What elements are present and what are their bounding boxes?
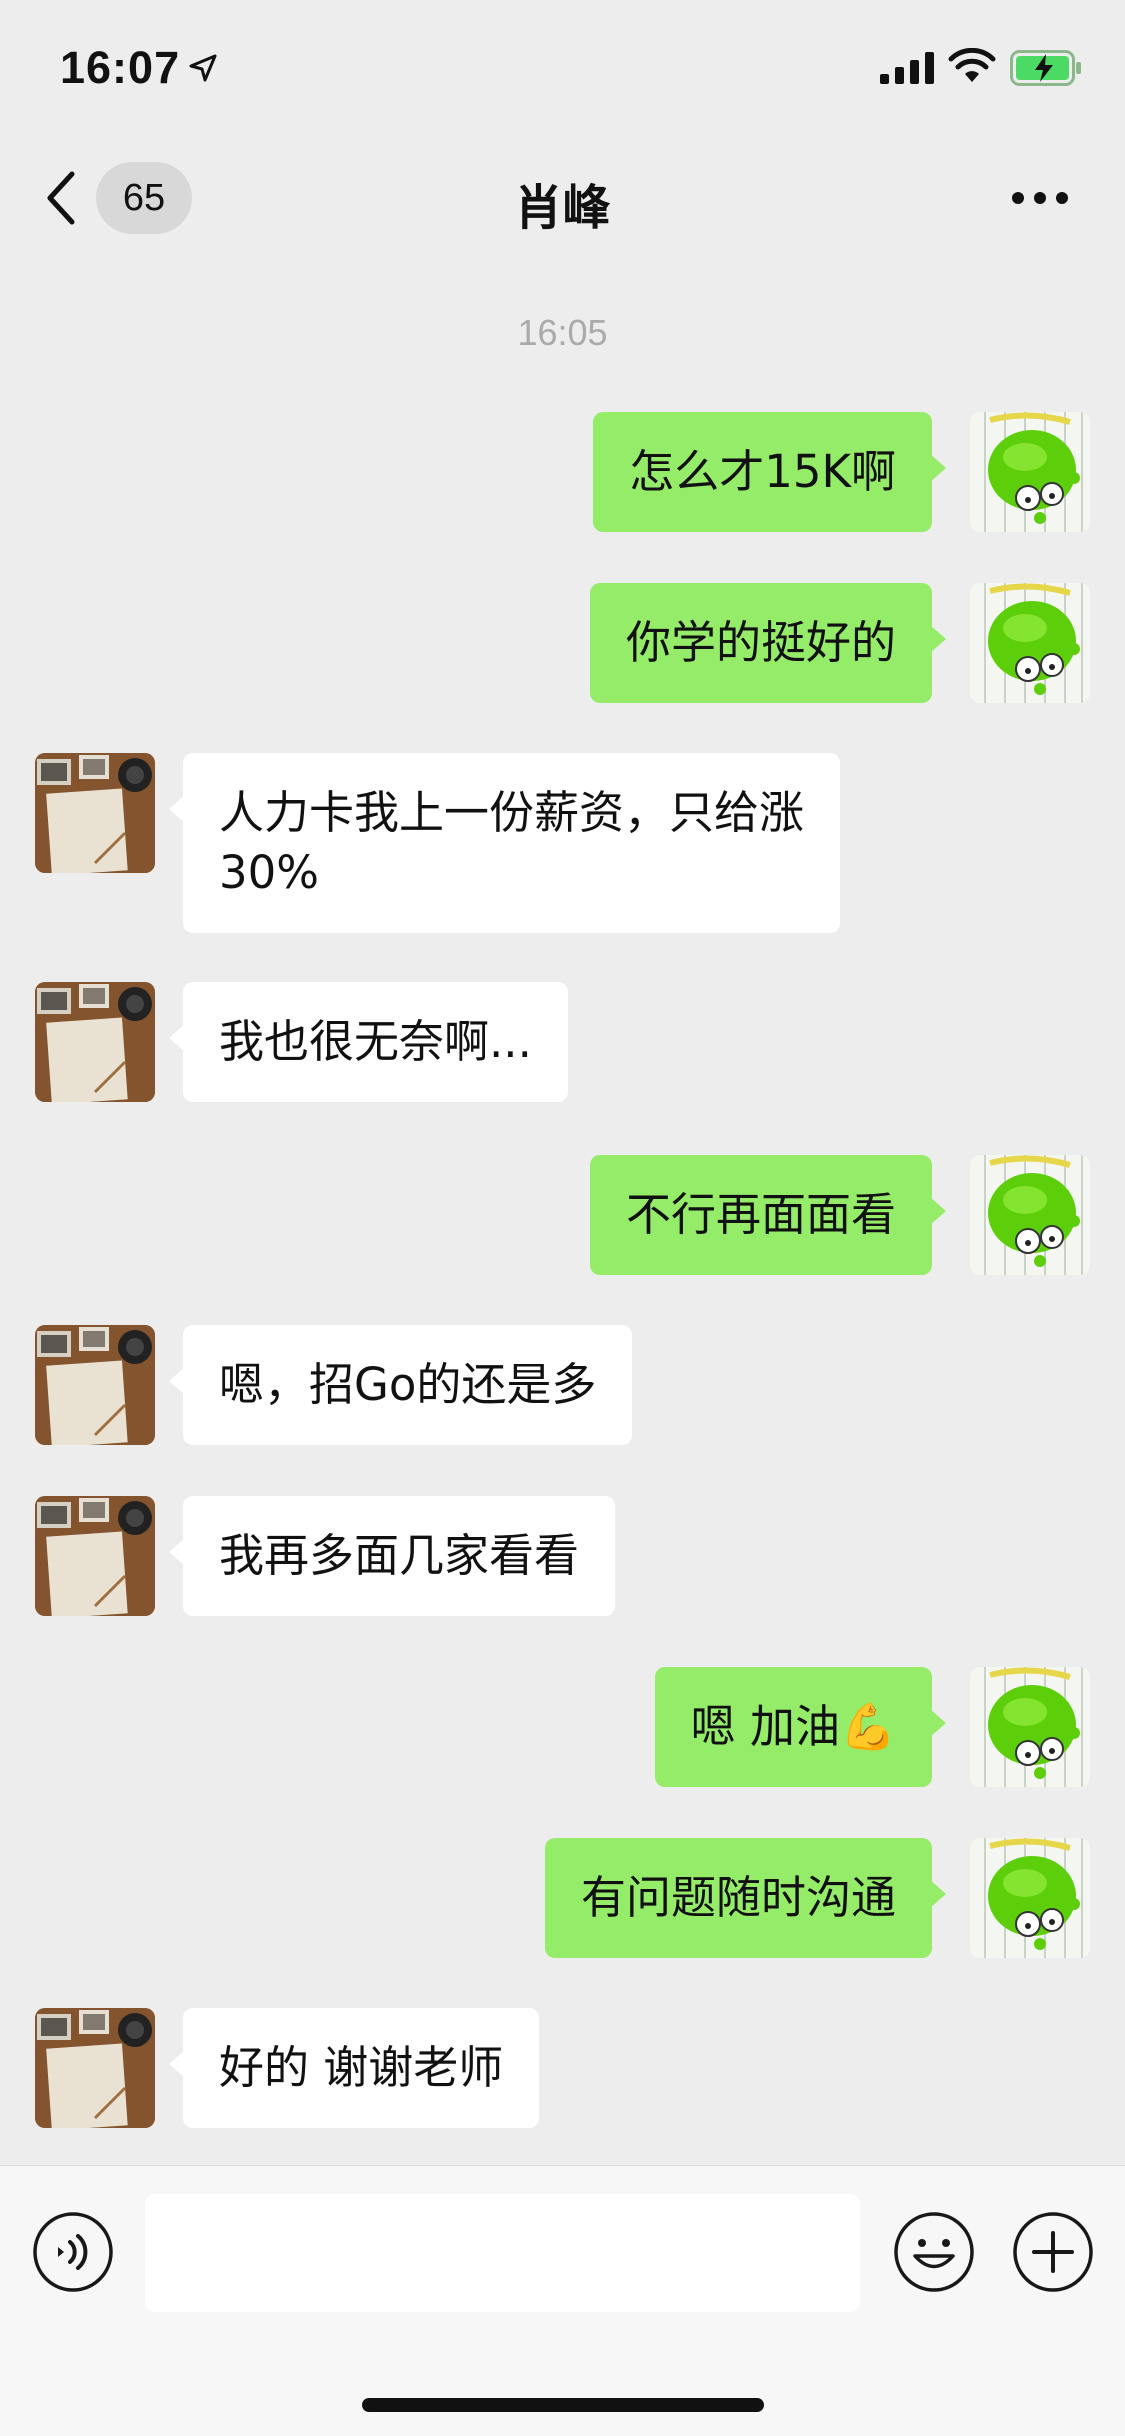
- home-indicator: [362, 2398, 764, 2412]
- message-bubble[interactable]: 我再多面几家看看: [168, 1496, 616, 1616]
- message-bubble[interactable]: 不行再面面看: [589, 1155, 947, 1275]
- my-avatar[interactable]: [970, 583, 1090, 703]
- my-avatar[interactable]: [970, 412, 1090, 532]
- plus-icon[interactable]: [1012, 2211, 1094, 2293]
- contact-avatar[interactable]: [35, 2008, 155, 2128]
- voice-icon[interactable]: [32, 2211, 114, 2293]
- input-bar: [0, 2165, 1125, 2436]
- my-avatar[interactable]: [970, 1667, 1090, 1787]
- nav-bar: 65 肖峰: [0, 130, 1125, 265]
- contact-avatar[interactable]: [35, 753, 155, 873]
- battery-charging-icon: [1010, 50, 1081, 86]
- chat-title: 肖峰: [514, 180, 611, 236]
- message-bubble[interactable]: 人力卡我上一份薪资，只给涨 30%: [168, 753, 841, 933]
- status-bar: 16:07: [0, 0, 1125, 130]
- wifi-icon: [948, 48, 996, 82]
- location-arrow-icon: [189, 54, 217, 82]
- message-timestamp: 16:05: [517, 312, 608, 353]
- more-dots-icon[interactable]: [1010, 188, 1070, 208]
- message-bubble[interactable]: 怎么才15K啊: [593, 412, 946, 532]
- message-bubble[interactable]: 你学的挺好的: [589, 583, 947, 703]
- status-time: 16:07: [60, 42, 181, 93]
- message-bubble[interactable]: 好的 谢谢老师: [168, 2008, 540, 2128]
- contact-avatar[interactable]: [35, 1325, 155, 1445]
- chat-area[interactable]: 16:05 怎么才15K啊 你学的挺好的 人力卡我上一份薪资，只给涨 30% 我…: [0, 265, 1125, 2165]
- contact-avatar[interactable]: [35, 982, 155, 1102]
- message-bubble[interactable]: 嗯，招Go的还是多: [168, 1325, 633, 1445]
- signal-icon: [880, 52, 934, 84]
- my-avatar[interactable]: [970, 1838, 1090, 1958]
- message-input[interactable]: [145, 2194, 860, 2312]
- emoji-icon[interactable]: [893, 2211, 975, 2293]
- message-bubble[interactable]: 嗯 加油💪: [654, 1667, 947, 1787]
- message-bubble[interactable]: 我也很无奈啊...: [169, 982, 568, 1102]
- message-bubble[interactable]: 有问题随时沟通: [544, 1838, 947, 1958]
- contact-avatar[interactable]: [35, 1496, 155, 1616]
- my-avatar[interactable]: [970, 1155, 1090, 1275]
